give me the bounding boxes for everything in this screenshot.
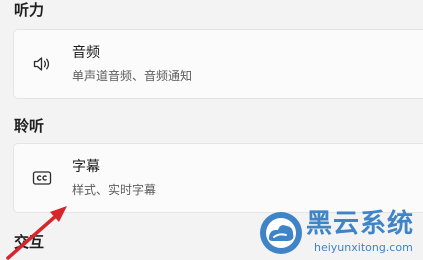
settings-card-captions[interactable]: 字幕 样式、实时字幕 [13,143,423,213]
settings-card-audio[interactable]: 音频 单声道音频、音频通知 [13,29,423,99]
watermark-url: heiyunxitong.com [314,241,413,254]
speaker-icon [32,55,52,73]
closed-caption-icon [32,169,52,187]
heiyun-logo-icon [258,210,304,256]
captions-title: 字幕 [72,159,100,175]
watermark-name: 黑云系统 [306,209,415,239]
section-title-listening: 聆听 [14,117,45,135]
audio-title: 音频 [72,45,100,61]
watermark: 黑云系统 heiyunxitong.com [258,208,423,260]
section-title-hearing: 听力 [14,1,45,19]
audio-subtitle: 单声道音频、音频通知 [72,69,193,83]
section-title-interaction: 交互 [14,233,45,251]
captions-subtitle: 样式、实时字幕 [72,183,157,197]
